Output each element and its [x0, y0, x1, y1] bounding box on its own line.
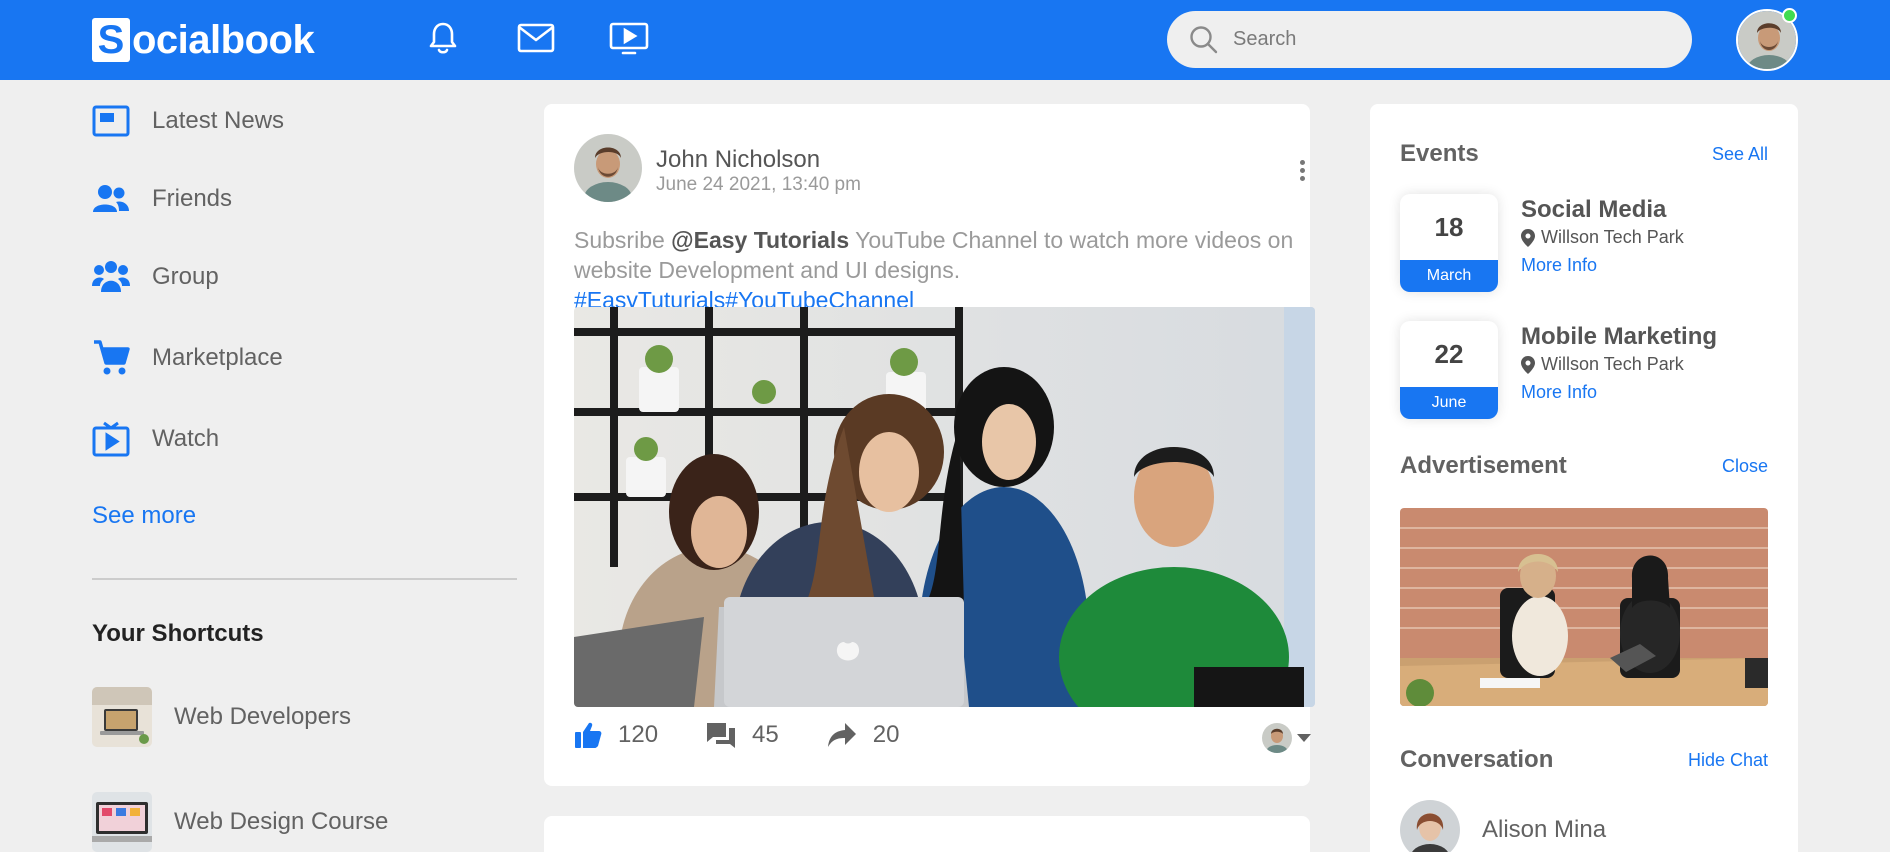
- watch-icon: [92, 420, 130, 458]
- share-button[interactable]: 20: [827, 721, 900, 749]
- events-header: Events See All: [1400, 140, 1768, 168]
- like-count: 120: [618, 721, 659, 748]
- sidebar-item-friends[interactable]: Friends: [92, 180, 232, 218]
- post-options-icon[interactable]: [1300, 160, 1308, 184]
- sidebar-divider: [92, 578, 517, 580]
- shortcuts-title: Your Shortcuts: [92, 620, 264, 647]
- post-audience-selector[interactable]: [1262, 723, 1312, 753]
- contact-avatar: [1400, 800, 1460, 852]
- advertisement-header: Advertisement Close: [1400, 452, 1768, 480]
- share-count: 20: [872, 721, 900, 748]
- event-title: Mobile Marketing: [1521, 323, 1718, 350]
- comment-button[interactable]: 45: [706, 721, 779, 749]
- post-actions: 120 45 20: [574, 721, 947, 749]
- post-card: [544, 816, 1310, 852]
- group-icon: [92, 258, 130, 296]
- event-month: June: [1400, 387, 1498, 419]
- event-day: 22: [1434, 338, 1464, 369]
- search-icon: [1190, 25, 1218, 53]
- event-location-text: Willson Tech Park: [1541, 227, 1684, 247]
- video-icon[interactable]: [607, 18, 651, 58]
- online-status-dot: [1782, 8, 1797, 23]
- advertisement-image[interactable]: [1400, 508, 1768, 706]
- post-author-avatar[interactable]: [574, 134, 642, 202]
- advertisement-title: Advertisement: [1400, 452, 1567, 479]
- event-title: Social Media: [1521, 196, 1667, 223]
- event-month: March: [1400, 260, 1498, 292]
- event-location: Willson Tech Park: [1521, 354, 1717, 375]
- event-location-text: Willson Tech Park: [1541, 354, 1684, 374]
- shortcut-thumbnail: [92, 687, 152, 747]
- sidebar-item-label: Marketplace: [152, 344, 283, 371]
- sidebar-item-marketplace[interactable]: Marketplace: [92, 339, 283, 377]
- shortcut-thumbnail: [92, 792, 152, 852]
- shortcut-label: Web Design Course: [174, 808, 389, 835]
- post-image: [574, 307, 1315, 707]
- friends-icon: [92, 180, 130, 218]
- post-date: June 24 2021, 13:40 pm: [656, 174, 861, 195]
- navbar: S ocialbook: [0, 0, 1890, 80]
- news-icon: [92, 102, 130, 140]
- sidebar-item-label: Latest News: [152, 107, 285, 134]
- location-pin-icon: [1521, 228, 1535, 247]
- post-text: Subsribe @Easy Tutorials YouTube Channel…: [574, 225, 1294, 315]
- see-all-link[interactable]: See All: [1712, 144, 1768, 165]
- location-pin-icon: [1521, 355, 1535, 374]
- event-item[interactable]: 18 March Social Media Willson Tech Park …: [1400, 194, 1684, 292]
- cart-icon: [92, 339, 130, 377]
- event-item[interactable]: 22 June Mobile Marketing Willson Tech Pa…: [1400, 321, 1717, 419]
- mini-avatar: [1262, 723, 1292, 753]
- logo[interactable]: S ocialbook: [92, 17, 315, 62]
- event-location: Willson Tech Park: [1521, 227, 1684, 248]
- logo-letter: S: [92, 18, 130, 62]
- chat-contact[interactable]: Alison Mina: [1400, 800, 1606, 852]
- post-author-name[interactable]: John Nicholson: [656, 146, 820, 174]
- sidebar-item-label: Friends: [152, 185, 233, 212]
- sidebar-item-watch[interactable]: Watch: [92, 420, 219, 458]
- post-mention[interactable]: @Easy Tutorials: [671, 227, 849, 253]
- event-date: 18 March: [1400, 194, 1498, 292]
- close-ad-link[interactable]: Close: [1722, 456, 1768, 477]
- shortcut-label: Web Developers: [174, 703, 351, 730]
- sidebar-item-group[interactable]: Group: [92, 258, 219, 296]
- more-info-link[interactable]: More Info: [1521, 255, 1684, 276]
- more-info-link[interactable]: More Info: [1521, 382, 1717, 403]
- sidebar-item-label: Watch: [152, 425, 220, 452]
- thumbs-up-icon: [575, 722, 602, 748]
- share-icon: [827, 723, 856, 747]
- sidebar-item-latest-news[interactable]: Latest News: [92, 102, 284, 140]
- shortcut-web-design-course[interactable]: Web Design Course: [92, 792, 388, 852]
- post-text-part: Subsribe: [574, 227, 672, 253]
- shortcut-web-developers[interactable]: Web Developers: [92, 687, 351, 747]
- post-card: John Nicholson June 24 2021, 13:40 pm Su…: [544, 104, 1315, 786]
- right-sidebar: Events See All 18 March Social Media Wil…: [1370, 104, 1798, 852]
- search-bar[interactable]: [1167, 11, 1692, 68]
- bell-icon[interactable]: [421, 18, 465, 58]
- conversation-title: Conversation: [1400, 746, 1554, 773]
- contact-name: Alison Mina: [1482, 816, 1607, 843]
- search-input[interactable]: [1233, 28, 1653, 51]
- sidebar-item-label: Group: [152, 263, 219, 290]
- comment-icon: [707, 723, 736, 748]
- logo-text: ocialbook: [132, 17, 315, 62]
- event-day: 18: [1434, 211, 1464, 242]
- mail-icon[interactable]: [514, 18, 558, 58]
- chevron-down-icon: [1297, 734, 1311, 742]
- hide-chat-link[interactable]: Hide Chat: [1688, 750, 1768, 771]
- conversation-header: Conversation Hide Chat: [1400, 746, 1768, 774]
- event-date: 22 June: [1400, 321, 1498, 419]
- comment-count: 45: [752, 721, 779, 748]
- events-title: Events: [1400, 140, 1479, 167]
- like-button[interactable]: 120: [574, 721, 658, 749]
- see-more-link[interactable]: See more: [92, 502, 196, 530]
